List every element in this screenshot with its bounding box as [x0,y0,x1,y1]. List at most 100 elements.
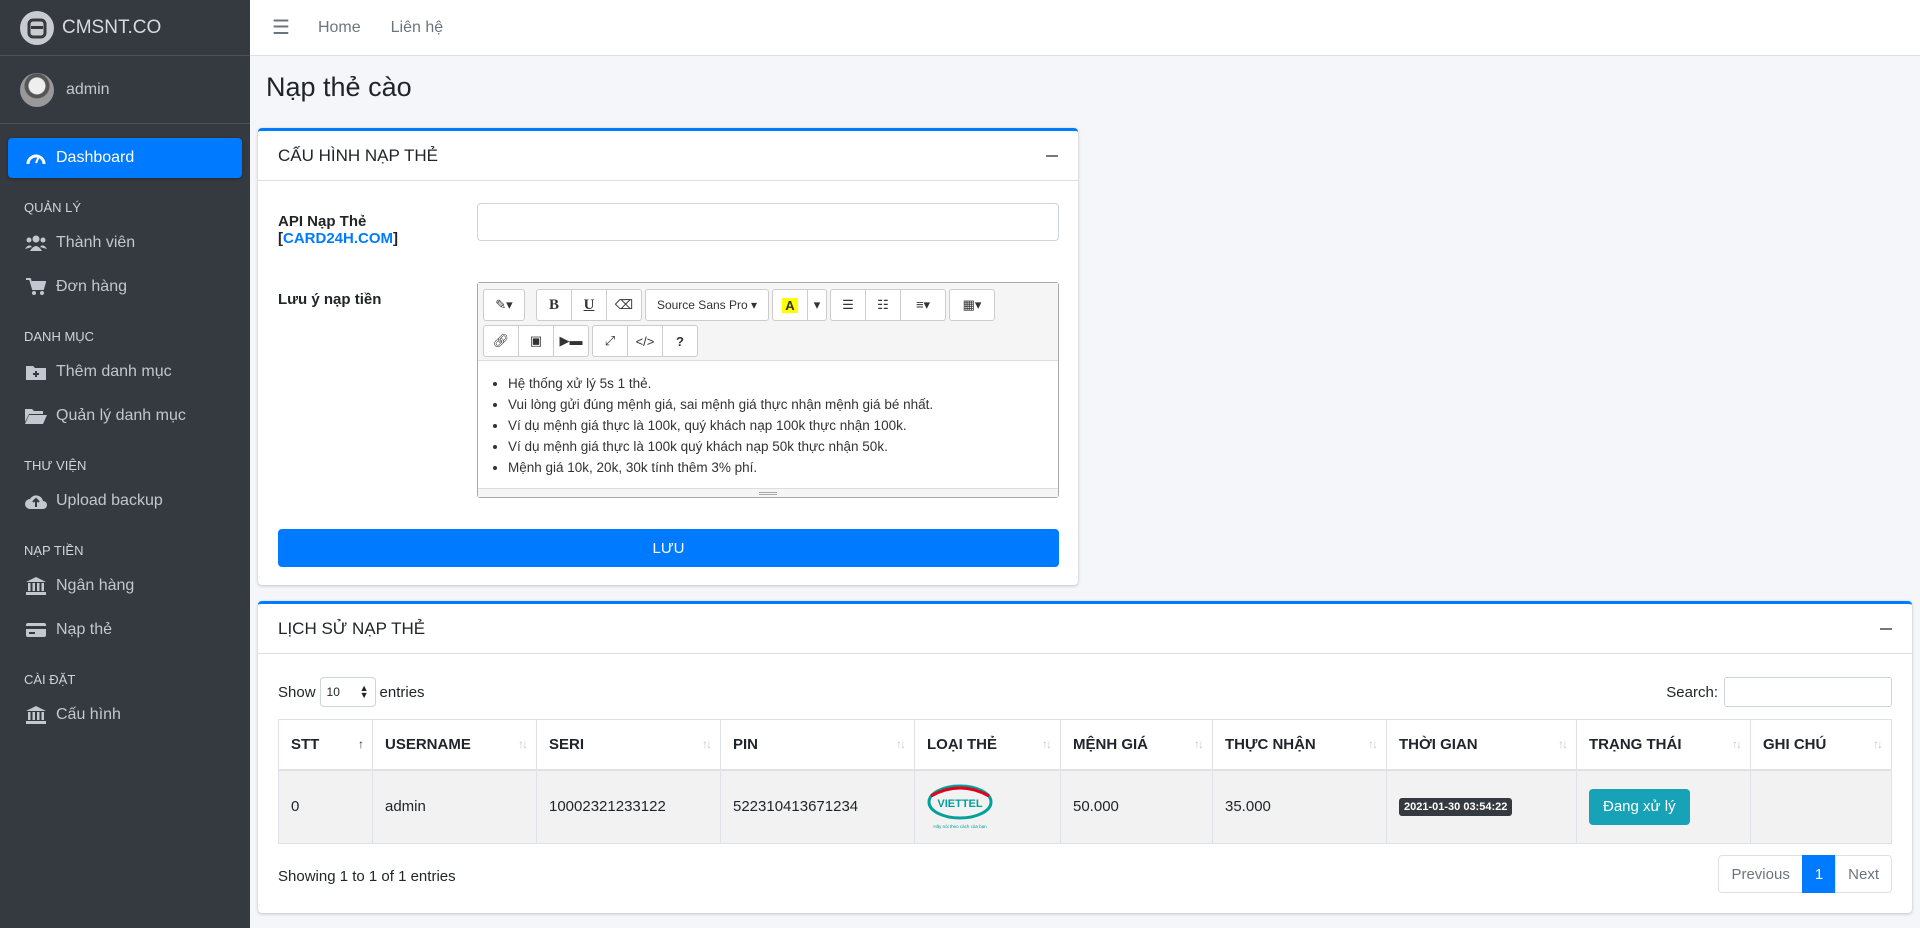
sidebar-item-label: Quản lý danh mục [56,407,186,424]
sidebar-item-config[interactable]: Cấu hình [8,695,242,735]
editor-toolbar: ✎▾ B U ⌫ Source Sans Pro ▾ A ▾ ☰ ☷ ≡▾ ▦▾… [478,283,1058,361]
col-value[interactable]: MỆNH GIÁ ↑↓ [1060,719,1213,771]
sidebar-item-label: Upload backup [56,492,163,509]
cell-pin: 522310413671234 [720,769,915,844]
column-label: STT [291,735,320,753]
font-family-dropdown[interactable]: Source Sans Pro ▾ [645,289,769,321]
cloud-upload-icon [24,491,48,511]
col-note[interactable]: GHI CHÚ ↑↓ [1750,719,1892,771]
sidebar-item-topup-card[interactable]: Nạp thẻ [8,610,242,650]
col-seri[interactable]: SERI ↑↓ [536,719,721,771]
help-button[interactable]: ? [662,325,698,357]
link-icon: 🔗︎ [492,333,510,348]
font-color-button[interactable]: A [772,289,808,321]
fullscreen-button[interactable]: ⤢ [592,325,628,357]
cell-card-type: VIETTEL Hãy nói theo cách của bạn [914,769,1061,844]
note-item: Mệnh giá 10k, 20k, 30k tính thêm 3% phí. [508,457,1048,478]
cell-username: admin [372,769,537,844]
sidebar-item-label: Nạp thẻ [56,621,113,638]
hamburger-icon[interactable]: ☰ [272,15,290,40]
sidebar-item-label: Thêm danh mục [56,363,172,380]
sidebar-item-members[interactable]: Thành viên [8,223,242,263]
sidebar-item-add-category[interactable]: Thêm danh mục [8,352,242,392]
picture-button[interactable]: ▣ [518,325,554,357]
api-provider-link[interactable]: CARD24H.COM [283,230,393,247]
col-username[interactable]: USERNAME ↑↓ [372,719,537,771]
brand-link[interactable]: CMSNT.CO [0,0,250,56]
list-ul-icon: ☰ [842,297,854,312]
col-card-type[interactable]: LOẠI THẺ ↑↓ [914,719,1061,771]
column-label: USERNAME [385,735,471,753]
editor-resize-handle[interactable] [478,488,1058,497]
cell-stt: 0 [278,769,373,844]
cart-icon [24,277,48,297]
minimize-icon[interactable] [1046,155,1058,157]
table-dropdown[interactable]: ▦▾ [949,289,995,321]
col-pin[interactable]: PIN ↑↓ [720,719,915,771]
pagination-previous[interactable]: Previous [1718,855,1803,893]
col-stt[interactable]: STT ↑ [278,719,373,771]
column-label: LOẠI THẺ [927,735,997,753]
sidebar-item-label: Cấu hình [56,706,121,723]
expand-icon: ⤢ [604,333,616,348]
cell-received: 35.000 [1212,769,1387,844]
column-label: MỆNH GIÁ [1073,735,1148,753]
underline-button[interactable]: U [571,289,607,321]
pagination-next[interactable]: Next [1835,855,1892,893]
note-item: Ví dụ mệnh giá thực là 100k quý khách nạ… [508,436,1048,457]
select-arrows-icon: ▲ ▼ [359,683,369,700]
ordered-list-button[interactable]: ☷ [865,289,901,321]
unordered-list-button[interactable]: ☰ [830,289,866,321]
sort-icon: ↑↓ [1042,737,1052,751]
search-input[interactable] [1724,677,1892,707]
minimize-icon[interactable] [1880,628,1892,630]
eraser-button[interactable]: ⌫ [606,289,642,321]
table-header-row: STT ↑ USERNAME ↑↓ SERI ↑↓ PIN ↑↓ LOẠI THẺ ↑↓ … [278,719,1892,771]
link-button[interactable]: 🔗︎ [483,325,519,357]
sidebar-item-manage-category[interactable]: Quản lý danh mục [8,396,242,436]
page-length-select[interactable]: 10 ▲ ▼ [319,677,376,707]
sort-icon: ↑↓ [1873,737,1883,751]
sidebar-item-upload-backup[interactable]: Upload backup [8,481,242,521]
sidebar-item-bank[interactable]: Ngân hàng [8,566,242,606]
users-icon [24,233,48,253]
codeview-button[interactable]: </> [627,325,663,357]
col-received[interactable]: THỰC NHẬN ↑↓ [1212,719,1387,771]
sidebar-item-label: Dashboard [56,149,135,166]
caret-down-icon: ▾ [813,297,821,312]
editor-content[interactable]: Hệ thống xử lý 5s 1 thẻ. Vui lòng gửi đú… [478,361,1058,478]
api-input[interactable] [477,203,1059,241]
col-status[interactable]: TRẠNG THÁI ↑↓ [1576,719,1751,771]
paragraph-dropdown[interactable]: ≡▾ [900,289,946,321]
table-search: Search: [1666,677,1892,707]
history-card-title: LỊCH SỬ NẠP THẺ [278,618,426,638]
sidebar-section-thu-vien: THƯ VIỆN [24,458,87,473]
column-label: THỰC NHẬN [1225,735,1316,753]
nav-contact-link[interactable]: Liên hệ [391,19,444,37]
nav-home-link[interactable]: Home [318,19,361,37]
table-info: Showing 1 to 1 of 1 entries [278,868,456,885]
sidebar-item-orders[interactable]: Đơn hàng [8,267,242,307]
status-button[interactable]: Đang xử lý [1589,788,1690,825]
entries-label: entries [379,683,425,701]
style-dropdown[interactable]: ✎▾ [483,289,525,321]
credit-card-icon [24,620,48,640]
bold-icon: B [548,296,559,313]
sort-icon: ↑↓ [518,737,528,751]
note-item: Ví dụ mệnh giá thực là 100k, quý khách n… [508,415,1048,436]
font-color-dropdown[interactable]: ▾ [807,289,827,321]
save-button[interactable]: LƯU [278,529,1059,567]
bank-icon [24,576,48,596]
table-icon: ▦▾ [962,297,982,312]
viettel-logo: VIETTEL Hãy nói theo cách của bạn [927,782,993,832]
bold-button[interactable]: B [536,289,572,321]
sidebar-item-dashboard[interactable]: Dashboard [8,138,242,178]
sidebar-item-label: Ngân hàng [56,577,135,594]
user-panel[interactable]: admin [0,56,250,124]
cell-status: Đang xử lý [1576,769,1751,844]
video-button[interactable]: ▶▬ [553,325,589,357]
config-card-title: CẤU HÌNH NẠP THẺ [278,145,438,165]
col-time[interactable]: THỜI GIAN ↑↓ [1386,719,1577,771]
pagination-page-1[interactable]: 1 [1801,855,1837,893]
brand-logo-icon [20,10,54,45]
